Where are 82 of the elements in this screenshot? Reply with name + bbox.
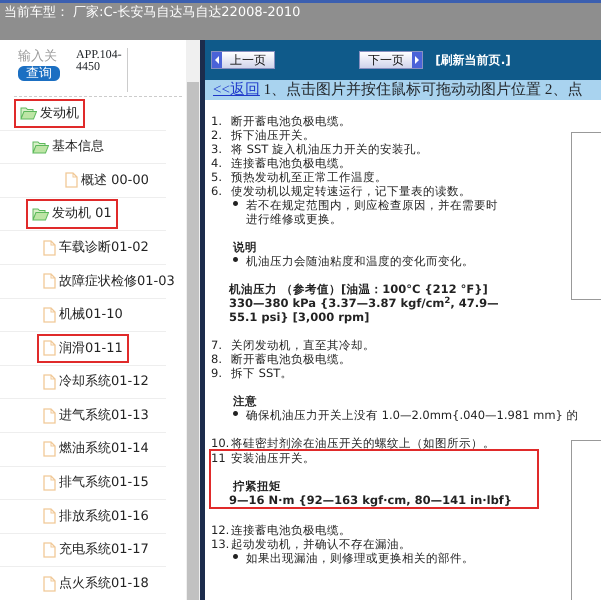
instruction-text: 1、点击图片并按住鼠标可拖动动图片位置 2、点 [264, 82, 582, 98]
document-icon [43, 340, 56, 356]
document-icon [43, 408, 56, 424]
step-text: 预热发动机至正常工作温度。 [231, 170, 387, 184]
tree-item[interactable]: 充电系统01-17 [37, 535, 155, 565]
folder-icon [20, 106, 37, 120]
step-text: 关闭发动机，直至其冷却。 [231, 338, 375, 352]
step-text: 拆下油压开关。 [231, 128, 315, 142]
bullet-icon [233, 554, 238, 559]
step-number: 12. [211, 523, 230, 537]
tree-item[interactable]: 冷却系统01-12 [37, 367, 155, 397]
step-text: 断开蓄电池负极电缆。 [231, 114, 351, 128]
document-icon [43, 306, 56, 323]
step-number: 2. [211, 128, 223, 142]
step-text: 连接蓄电池负极电缆。 [231, 523, 351, 537]
document-icon [43, 273, 56, 290]
step-number: 5. [211, 170, 223, 184]
step-number: 13. [211, 537, 230, 551]
scrollbar-thumb[interactable] [187, 82, 199, 600]
section-heading: 拧紧扭矩 [232, 479, 282, 493]
folder-icon [32, 140, 49, 154]
tree-item[interactable]: 发动机 01 [26, 199, 118, 229]
document-icon [43, 240, 56, 256]
bullet-text: 进行维修或更换。 [245, 212, 343, 226]
scrollbar[interactable] [186, 40, 200, 600]
bullet-icon [233, 411, 238, 416]
bullet-text: 机油压力会随油粘度和温度的变化而变化。 [246, 254, 474, 268]
bullet-text: 若不在规定范围内，则应检查原因，并在需要时 [246, 198, 498, 212]
step-number: 3. [211, 142, 223, 156]
section-heading: 注意 [232, 394, 258, 408]
step-number: 10. [211, 436, 230, 450]
document-icon [43, 474, 56, 491]
document-icon [43, 374, 56, 390]
step-text: 起动发动机，并确认不存在漏油。 [231, 537, 411, 551]
search-button[interactable]: 查询 [18, 66, 60, 81]
refresh-link[interactable]: [刷新当前页.] [435, 51, 511, 69]
bullet-icon [233, 257, 238, 262]
document-icon [43, 441, 56, 458]
step-number: 7. [211, 338, 223, 352]
step-text: 连接蓄电池负极电缆。 [231, 156, 351, 170]
spec-value: 330—380 kPa {3.37—3.87 kgf/cm$^{2}$, 47.9— [228, 296, 500, 310]
step-number: 8. [211, 352, 223, 366]
spec-value: 55.1 psi} [3,000 rpm] [228, 310, 370, 324]
step-text: 使发动机以规定转速运行，记下量表的读数。 [231, 184, 471, 198]
bullet-icon [233, 201, 238, 206]
tree-item[interactable]: 发动机 [14, 98, 85, 128]
tree-item[interactable]: 进气系统01-13 [37, 400, 155, 430]
step-text: 断开蓄电池负极电缆。 [231, 352, 351, 366]
tree-item[interactable]: 车载诊断01-02 [37, 232, 155, 262]
tree-item[interactable]: 排放系统01-16 [37, 502, 155, 532]
tree-item[interactable]: 点火系统01-18 [37, 568, 155, 598]
code-text: APP.104-4450 [76, 48, 128, 92]
step-text: 拆下 SST。 [231, 366, 292, 380]
step-number: 6. [211, 184, 223, 198]
tree-item[interactable]: 机械01-10 [37, 300, 129, 330]
tree-item[interactable]: 润滑01-11 [37, 334, 129, 364]
document-icon [43, 542, 56, 558]
tree-item[interactable]: 燃油系统01-14 [37, 434, 155, 464]
step-number: 9. [211, 366, 223, 380]
bullet-text: 确保机油压力开关上没有 1.0—2.0mm{.040—1.981 mm} 的 [246, 408, 579, 422]
next-page-button[interactable]: 下一页 [359, 51, 424, 69]
tree-item[interactable]: 基本信息 [26, 132, 110, 162]
folder-icon [32, 207, 49, 222]
step-number: 1. [211, 114, 223, 128]
document-icon [43, 508, 56, 524]
step-number: 11 [211, 451, 227, 465]
tree-item[interactable]: 概述 00-00 [59, 166, 155, 196]
document-icon [65, 172, 78, 188]
window-title: 当前车型： 厂家:C-长安马自达马自达22008-2010 [4, 4, 300, 22]
spec-value: 9—16 N·m {92—163 kgf·cm, 80—141 in·lbf} [228, 493, 513, 507]
tree-item[interactable]: 故障症状检修01-03 [37, 266, 181, 296]
step-text: 安装油压开关。 [231, 451, 315, 465]
step-text: 将 SST 旋入机油压力开关的安装孔。 [231, 142, 428, 156]
step-number: 4. [211, 156, 223, 170]
back-link[interactable]: <<返回 [213, 82, 260, 98]
spec-value: 机油压力 （参考值）[油温：100°C {212 °F}] [228, 282, 489, 296]
tree-item[interactable]: 排气系统01-15 [37, 468, 155, 498]
section-heading: 说明 [232, 240, 258, 254]
previous-page-button[interactable]: 上一页 [211, 51, 275, 69]
step-text: 将硅密封剂涂在油压开关的螺纹上（如图所示）。 [231, 436, 495, 450]
document-icon [43, 576, 56, 592]
bullet-text: 如果出现漏油，则修理或更换相关的部件。 [246, 551, 474, 565]
